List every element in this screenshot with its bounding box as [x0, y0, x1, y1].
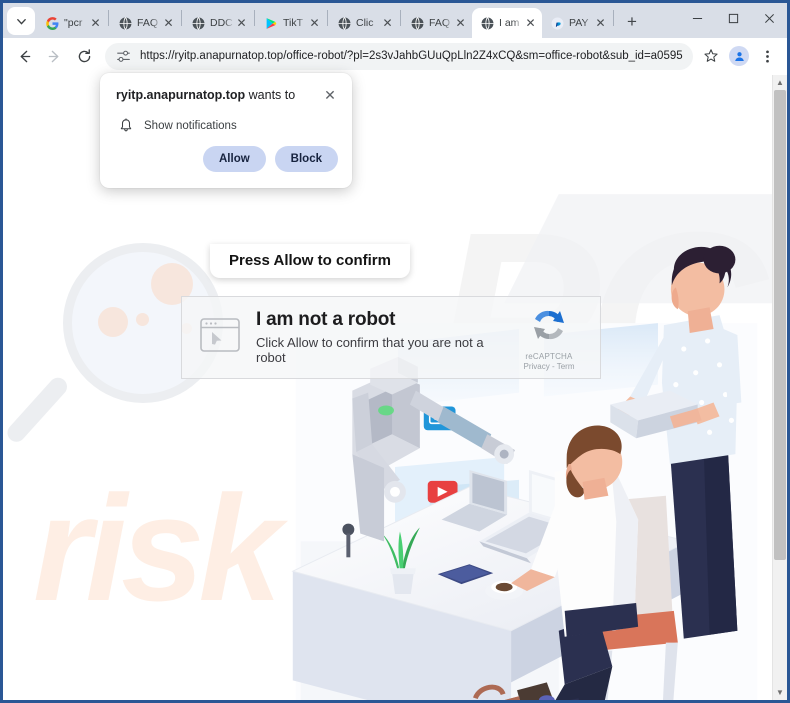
globe-icon — [480, 16, 494, 30]
recaptcha-links[interactable]: Privacy - Term — [510, 362, 588, 371]
tab-title: Clic — [356, 17, 374, 29]
forward-button[interactable] — [39, 41, 69, 71]
url-text: https://ryitp.anapurnatop.top/office-rob… — [140, 50, 683, 62]
tab-title: FAQ — [429, 17, 451, 29]
reload-button[interactable] — [69, 41, 99, 71]
tab-item[interactable]: "pcr ✕ — [37, 8, 107, 38]
page-scrollbar[interactable]: ▲ ▼ — [772, 75, 787, 700]
notification-permission-bubble: ryitp.anapurnatop.top wants to ✕ Show no… — [100, 73, 352, 188]
tab-item[interactable]: TikT ✕ — [256, 8, 326, 38]
allow-button[interactable]: Allow — [203, 146, 266, 173]
tab-item-active[interactable]: I am ✕ — [472, 8, 542, 38]
captcha-subtitle: Click Allow to confirm that you are not … — [256, 334, 484, 366]
window-controls — [679, 3, 787, 38]
tab-title: PAY — [569, 17, 589, 29]
reload-icon — [78, 48, 90, 62]
tab-close-icon[interactable]: ✕ — [453, 16, 468, 31]
browser-window: "pcr ✕ FAQ ✕ DDC ✕ TikT ✕ Clic ✕ FAQ ✕ I… — [0, 0, 790, 703]
bookmark-star-button[interactable] — [697, 42, 725, 70]
tab-title: FAQ — [137, 17, 159, 29]
recaptcha-badge: reCAPTCHA Privacy - Term — [510, 305, 588, 371]
maximize-icon — [728, 13, 738, 23]
tab-separator — [400, 10, 401, 26]
permission-close-button[interactable]: ✕ — [322, 87, 338, 103]
captcha-text-block: I am not a robot Click Allow to confirm … — [256, 309, 504, 366]
tab-item[interactable]: FAQ ✕ — [110, 8, 180, 38]
minimize-icon — [692, 17, 702, 19]
permission-request-label: Show notifications — [144, 119, 237, 132]
tab-close-icon[interactable]: ✕ — [593, 16, 608, 31]
tune-icon — [117, 50, 130, 62]
paypal-icon — [550, 16, 564, 30]
tab-strip: "pcr ✕ FAQ ✕ DDC ✕ TikT ✕ Clic ✕ FAQ ✕ I… — [3, 3, 787, 38]
globe-icon — [118, 16, 132, 30]
tab-close-icon[interactable]: ✕ — [380, 16, 395, 31]
arrow-right-icon — [48, 50, 58, 62]
browser-toolbar: https://ryitp.anapurnatop.top/office-rob… — [3, 38, 787, 75]
tab-close-icon[interactable]: ✕ — [161, 16, 176, 31]
scrollbar-thumb[interactable] — [774, 90, 786, 560]
tab-close-icon[interactable]: ✕ — [234, 16, 249, 31]
recaptcha-icon — [534, 310, 564, 339]
site-settings-icon[interactable] — [116, 49, 131, 64]
maximize-button[interactable] — [715, 3, 751, 33]
recaptcha-label: reCAPTCHA — [525, 351, 573, 361]
globe-icon — [410, 16, 424, 30]
tab-item[interactable]: Clic ✕ — [329, 8, 399, 38]
close-button[interactable] — [751, 3, 787, 33]
scroll-down-arrow-icon[interactable]: ▼ — [773, 685, 787, 700]
close-icon — [764, 13, 774, 23]
tab-item[interactable]: PAY ✕ — [542, 8, 612, 38]
star-icon — [704, 49, 718, 62]
tab-item[interactable]: FAQ ✕ — [402, 8, 472, 38]
captcha-title: I am not a robot — [256, 309, 396, 330]
scroll-up-arrow-icon[interactable]: ▲ — [773, 75, 787, 90]
permission-header: ryitp.anapurnatop.top wants to ✕ — [116, 87, 338, 103]
google-icon — [45, 16, 59, 30]
tab-separator — [108, 10, 109, 26]
profile-avatar-icon — [729, 46, 749, 66]
tab-separator — [181, 10, 182, 26]
block-button[interactable]: Block — [274, 146, 338, 173]
back-button[interactable] — [9, 41, 39, 71]
bell-icon — [116, 118, 136, 133]
captcha-card[interactable]: I am not a robot Click Allow to confirm … — [181, 296, 601, 379]
play-store-icon — [264, 16, 278, 30]
address-bar[interactable]: https://ryitp.anapurnatop.top/office-rob… — [105, 42, 693, 70]
chevron-down-icon — [16, 18, 26, 25]
tab-close-icon[interactable]: ✕ — [307, 16, 322, 31]
globe-icon — [191, 16, 205, 30]
three-dot-menu-icon — [765, 49, 769, 63]
tab-title: TikT — [283, 17, 304, 29]
permission-buttons: Allow Block — [116, 146, 338, 173]
arrow-left-icon — [20, 50, 30, 62]
globe-icon — [337, 16, 351, 30]
minimize-button[interactable] — [679, 3, 715, 33]
permission-origin: ryitp.anapurnatop.top — [116, 88, 246, 102]
permission-title-suffix: wants to — [245, 88, 296, 102]
tab-search-button[interactable] — [7, 7, 35, 35]
tab-item[interactable]: DDC ✕ — [183, 8, 253, 38]
tab-separator — [327, 10, 328, 26]
tab-title: "pcr — [64, 17, 83, 29]
browser-window-cursor-icon — [200, 318, 240, 357]
new-tab-button[interactable]: + — [619, 9, 645, 35]
tab-separator — [254, 10, 255, 26]
press-allow-text: Press Allow to confirm — [229, 251, 391, 269]
tab-close-icon[interactable]: ✕ — [88, 16, 103, 31]
press-allow-banner: Press Allow to confirm — [210, 244, 410, 278]
profile-button[interactable] — [725, 42, 753, 70]
tab-separator — [613, 10, 614, 26]
permission-request-row: Show notifications — [116, 118, 338, 133]
permission-title: ryitp.anapurnatop.top wants to — [116, 87, 322, 103]
tab-title: DDC — [210, 17, 233, 29]
browser-menu-button[interactable] — [753, 42, 781, 70]
tab-title: I am — [499, 17, 520, 29]
tab-close-icon[interactable]: ✕ — [523, 16, 538, 31]
